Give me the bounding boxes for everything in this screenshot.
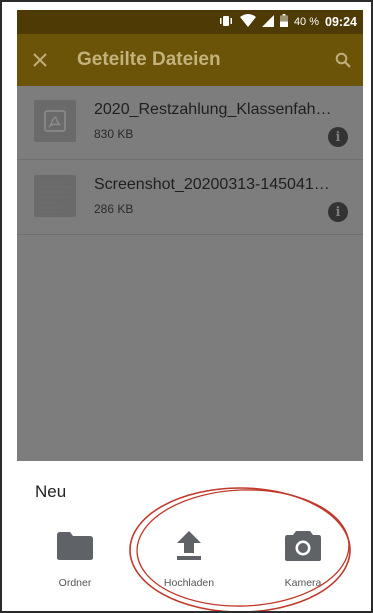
list-item[interactable]: 2020_Restzahlung_Klassenfah… 830 KB i [17, 86, 363, 160]
new-folder-button[interactable]: Ordner [35, 529, 115, 589]
file-list: 2020_Restzahlung_Klassenfah… 830 KB i Sc… [17, 86, 363, 461]
file-size: 286 KB [94, 202, 134, 216]
action-label: Ordner [58, 577, 92, 589]
action-label: Kamera [284, 577, 322, 589]
info-icon[interactable]: i [328, 127, 348, 147]
search-icon [335, 52, 351, 68]
vibrate-icon [218, 15, 234, 30]
clock: 09:24 [325, 15, 357, 29]
folder-icon [56, 529, 94, 563]
sheet-title: Neu [35, 482, 67, 501]
upload-button[interactable]: Hochladen [149, 529, 229, 589]
new-item-bottom-sheet: Neu Ordner Hochladen Kamera [17, 461, 363, 611]
app-bar: Geteilte Dateien [17, 34, 363, 86]
action-label: Hochladen [163, 577, 215, 589]
wifi-icon [239, 14, 256, 30]
file-name: Screenshot_20200313-145041… [94, 176, 330, 193]
camera-button[interactable]: Kamera [263, 529, 343, 589]
close-icon [33, 53, 47, 67]
search-button[interactable] [323, 34, 363, 86]
list-item[interactable]: Screenshot_20200313-145041… 286 KB i [17, 161, 363, 235]
image-file-thumbnail [34, 175, 76, 217]
info-icon[interactable]: i [328, 202, 348, 222]
phone-screen: 40 % 09:24 Geteilte Dateien 2020_Restzah… [17, 10, 363, 611]
camera-icon [284, 529, 322, 563]
file-name: 2020_Restzahlung_Klassenfah… [94, 101, 332, 118]
status-bar: 40 % 09:24 [17, 10, 363, 34]
signal-icon [261, 14, 274, 30]
file-size: 830 KB [94, 127, 134, 141]
battery-percent: 40 % [293, 16, 320, 28]
pdf-file-icon [34, 100, 76, 142]
close-button[interactable] [17, 34, 63, 86]
device-frame: 40 % 09:24 Geteilte Dateien 2020_Restzah… [0, 0, 373, 613]
upload-icon [175, 529, 203, 563]
page-title: Geteilte Dateien [77, 49, 221, 70]
battery-icon [279, 14, 288, 30]
